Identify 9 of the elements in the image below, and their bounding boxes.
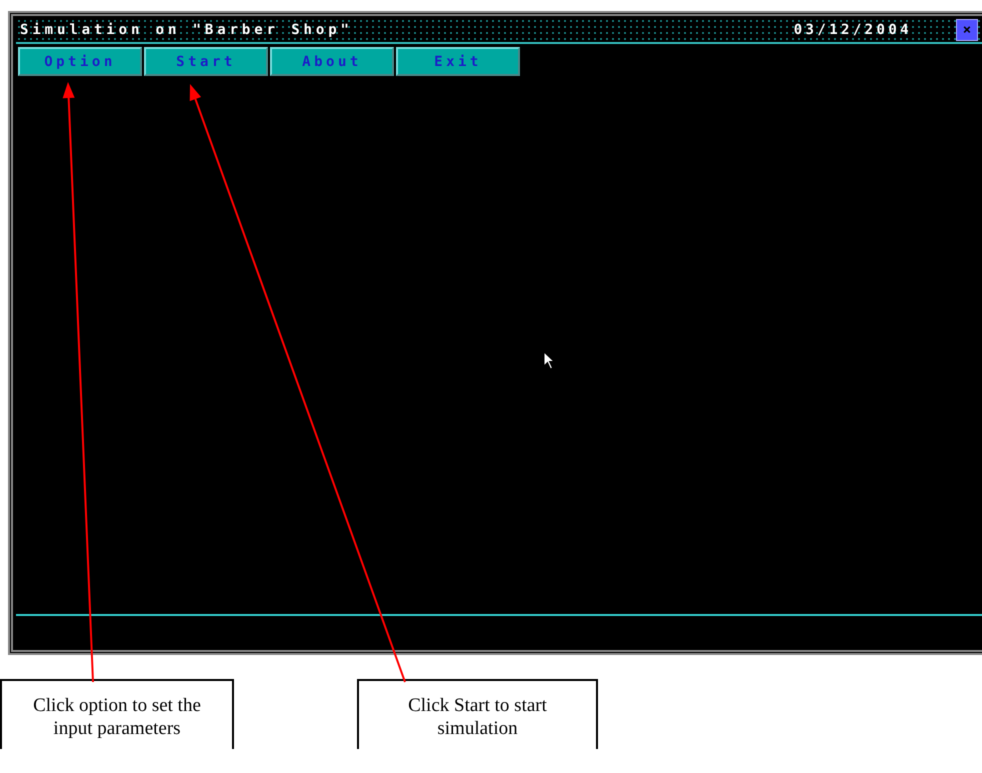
callout-box: Click option to set the input parameters <box>0 679 234 749</box>
menu-button[interactable]: About <box>270 47 394 76</box>
menu-button[interactable]: Option <box>18 47 142 76</box>
callout-box: Click Start to start simulation <box>357 679 598 749</box>
window-title: Simulation on "Barber Shop" <box>20 22 353 38</box>
close-button[interactable]: × <box>956 19 978 41</box>
menu-button[interactable]: Start <box>144 47 268 76</box>
date-display: 03/12/2004 <box>794 22 912 38</box>
menu-button[interactable]: Exit <box>396 47 520 76</box>
